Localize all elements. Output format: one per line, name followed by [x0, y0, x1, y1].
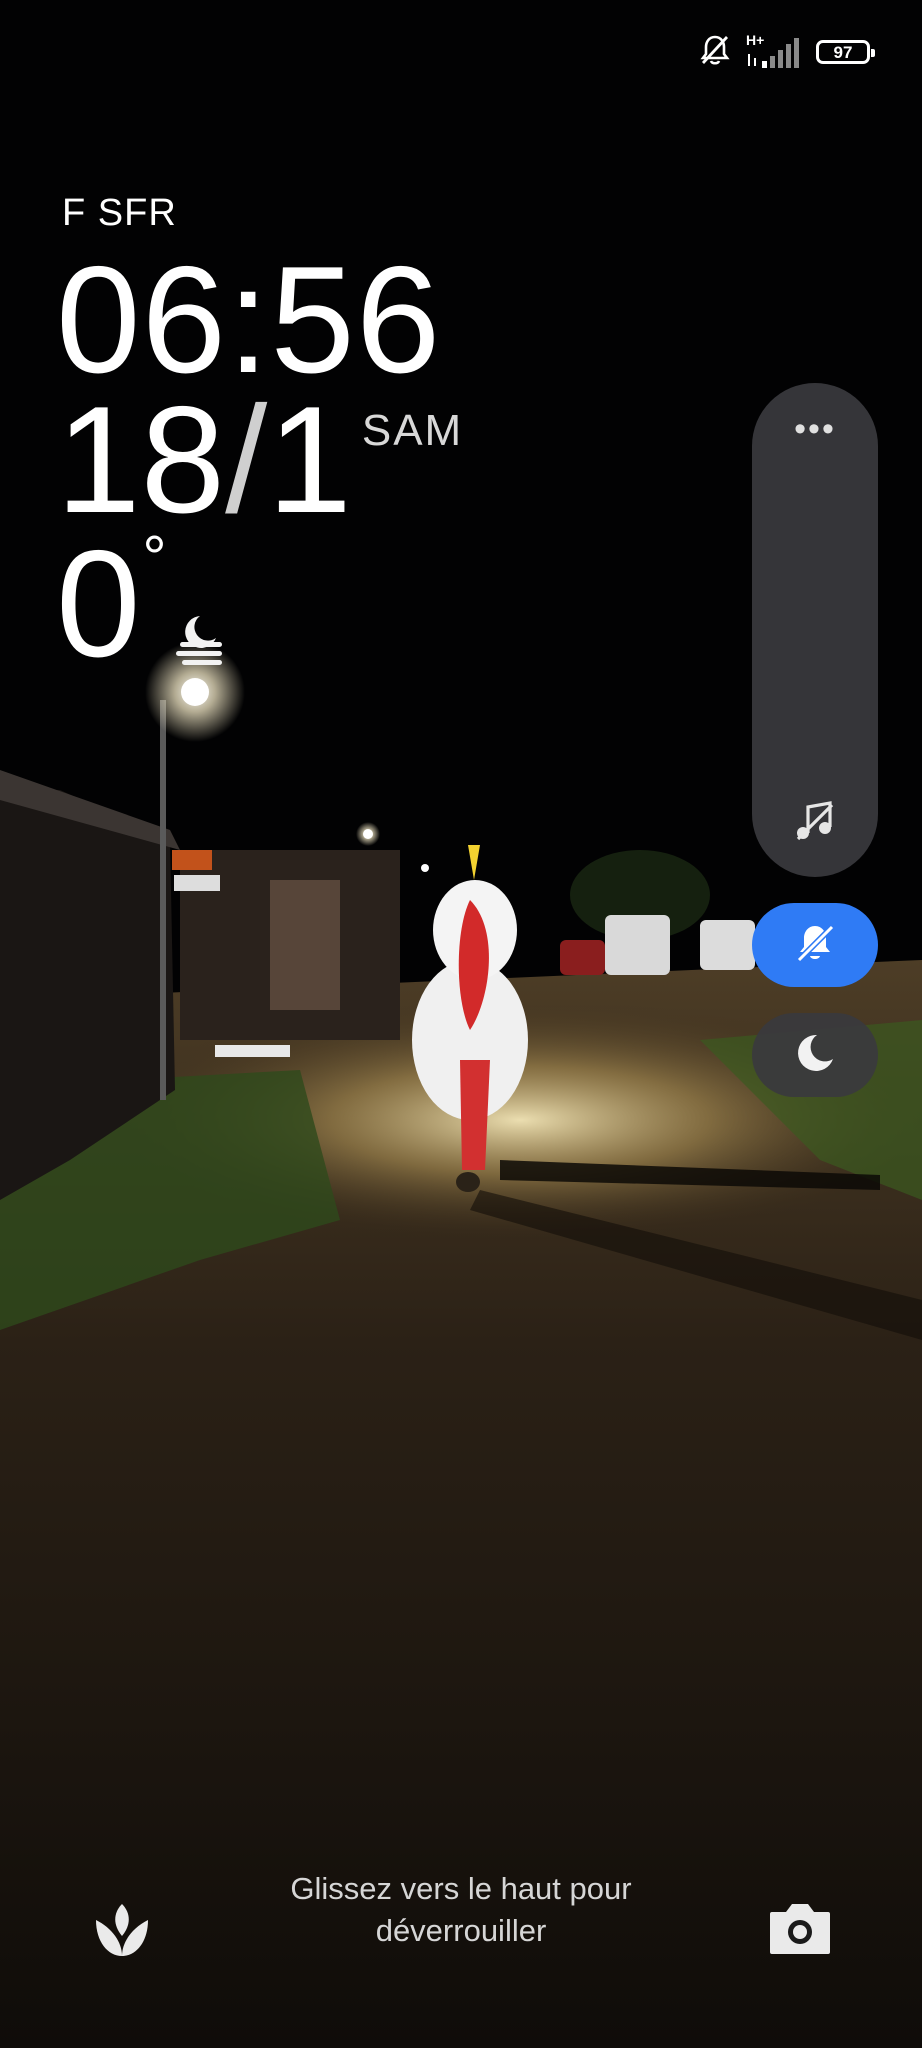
bell-muted-icon	[698, 33, 732, 72]
temperature-unit: °	[142, 524, 167, 591]
temperature-value: 0	[56, 519, 141, 689]
status-bar: H+ 97	[698, 32, 875, 72]
flower-icon[interactable]	[88, 1898, 156, 1962]
signal-icon: H+	[746, 32, 802, 70]
silent-mode-button[interactable]	[752, 903, 878, 987]
do-not-disturb-button[interactable]	[752, 1013, 878, 1097]
date-separator: /	[225, 375, 268, 545]
date-day: 18	[56, 375, 226, 545]
weather: 0 °	[56, 519, 167, 689]
music-off-icon[interactable]	[792, 797, 838, 848]
volume-panel[interactable]: •••	[752, 383, 878, 877]
moon-icon	[793, 1031, 837, 1080]
carrier-label: F SFR	[62, 192, 177, 234]
date: 18 / 1 SAM	[56, 384, 463, 536]
battery-icon: 97	[816, 40, 875, 64]
bell-off-icon	[792, 920, 838, 971]
clock-time: 06:56	[56, 235, 442, 405]
night-fog-icon	[172, 610, 230, 673]
camera-icon[interactable]	[766, 1898, 834, 1958]
date-month: 1	[267, 375, 352, 545]
day-of-week: SAM	[361, 406, 464, 455]
battery-level: 97	[833, 42, 853, 62]
more-options-button[interactable]: •••	[752, 412, 878, 446]
